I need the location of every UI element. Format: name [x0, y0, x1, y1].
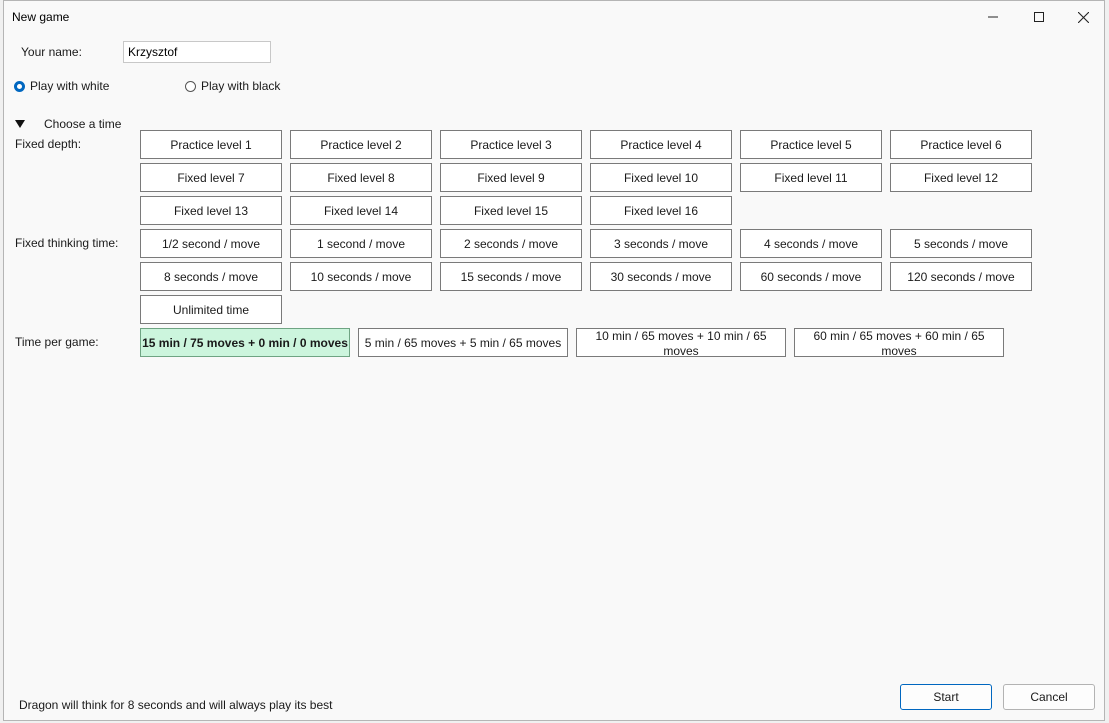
name-label: Your name: — [21, 45, 82, 59]
fixed-depth-label: Fixed depth: — [15, 137, 82, 151]
depth-button[interactable]: Practice level 1 — [140, 130, 282, 159]
thinking-time-button[interactable]: 1 second / move — [290, 229, 432, 258]
triangle-down-icon — [15, 120, 25, 128]
radio-unchecked-icon — [185, 80, 196, 92]
time-per-game-label-text: 60 min / 65 moves + 60 min / 65 moves — [813, 328, 985, 357]
close-icon — [1077, 11, 1089, 23]
play-white-label: Play with white — [30, 79, 110, 93]
status-message: Dragon will think for 8 seconds and will… — [19, 698, 333, 712]
maximize-button[interactable] — [1016, 1, 1062, 33]
maximize-icon — [1034, 12, 1044, 22]
thinking-time-button[interactable]: 30 seconds / move — [590, 262, 732, 291]
time-per-game-label-text: 5 min / 65 moves + 5 min / 65 moves — [364, 336, 562, 350]
minimize-icon — [988, 16, 998, 18]
minimize-button[interactable] — [970, 1, 1016, 33]
start-button[interactable]: Start — [900, 684, 992, 710]
name-input[interactable] — [123, 41, 271, 63]
thinking-time-button[interactable]: 60 seconds / move — [740, 262, 882, 291]
time-per-game-button[interactable]: 60 min / 65 moves + 60 min / 65 moves — [794, 328, 1004, 357]
cancel-button[interactable]: Cancel — [1003, 684, 1095, 710]
depth-button[interactable]: Fixed level 14 — [290, 196, 432, 225]
time-per-game-label-text: 10 min / 65 moves + 10 min / 65 moves — [595, 328, 767, 357]
thinking-time-button[interactable]: 5 seconds / move — [890, 229, 1032, 258]
depth-button[interactable]: Fixed level 15 — [440, 196, 582, 225]
fixed-thinking-label: Fixed thinking time: — [15, 236, 119, 250]
choose-time-expander[interactable]: Choose a time — [15, 117, 121, 131]
radio-checked-icon — [14, 80, 25, 92]
thinking-time-button[interactable]: 8 seconds / move — [140, 262, 282, 291]
thinking-time-button[interactable]: 2 seconds / move — [440, 229, 582, 258]
depth-button[interactable]: Fixed level 8 — [290, 163, 432, 192]
play-black-label: Play with black — [201, 79, 281, 93]
time-per-game-button[interactable]: 10 min / 65 moves + 10 min / 65 moves — [576, 328, 786, 357]
title-bar: New game — [4, 1, 1104, 33]
choose-time-label: Choose a time — [44, 117, 122, 131]
depth-button[interactable]: Fixed level 11 — [740, 163, 882, 192]
time-per-game-label-text: 15 min / 75 moves + 0 min / 0 moves — [142, 336, 348, 350]
depth-button[interactable]: Fixed level 7 — [140, 163, 282, 192]
thinking-time-button[interactable]: 3 seconds / move — [590, 229, 732, 258]
new-game-dialog: New game Your name: Play with white Play… — [3, 0, 1105, 721]
thinking-time-button[interactable]: 10 seconds / move — [290, 262, 432, 291]
thinking-time-button[interactable]: 15 seconds / move — [440, 262, 582, 291]
depth-button[interactable]: Fixed level 16 — [590, 196, 732, 225]
depth-button[interactable]: Practice level 4 — [590, 130, 732, 159]
time-per-game-label: Time per game: — [15, 335, 99, 349]
depth-button[interactable]: Fixed level 13 — [140, 196, 282, 225]
depth-button[interactable]: Fixed level 12 — [890, 163, 1032, 192]
depth-button[interactable]: Practice level 5 — [740, 130, 882, 159]
depth-button[interactable]: Fixed level 10 — [590, 163, 732, 192]
window-title: New game — [12, 10, 70, 24]
depth-button[interactable]: Fixed level 9 — [440, 163, 582, 192]
thinking-time-button[interactable]: 120 seconds / move — [890, 262, 1032, 291]
depth-button[interactable]: Practice level 3 — [440, 130, 582, 159]
depth-button[interactable]: Practice level 6 — [890, 130, 1032, 159]
depth-button[interactable]: Practice level 2 — [290, 130, 432, 159]
play-black-radio[interactable]: Play with black — [185, 79, 280, 93]
time-per-game-button-selected[interactable]: 15 min / 75 moves + 0 min / 0 moves — [140, 328, 350, 357]
close-button[interactable] — [1060, 1, 1106, 33]
time-per-game-button[interactable]: 5 min / 65 moves + 5 min / 65 moves — [358, 328, 568, 357]
play-white-radio[interactable]: Play with white — [14, 79, 109, 93]
thinking-time-button[interactable]: Unlimited time — [140, 295, 282, 324]
thinking-time-button[interactable]: 1/2 second / move — [140, 229, 282, 258]
thinking-time-button[interactable]: 4 seconds / move — [740, 229, 882, 258]
